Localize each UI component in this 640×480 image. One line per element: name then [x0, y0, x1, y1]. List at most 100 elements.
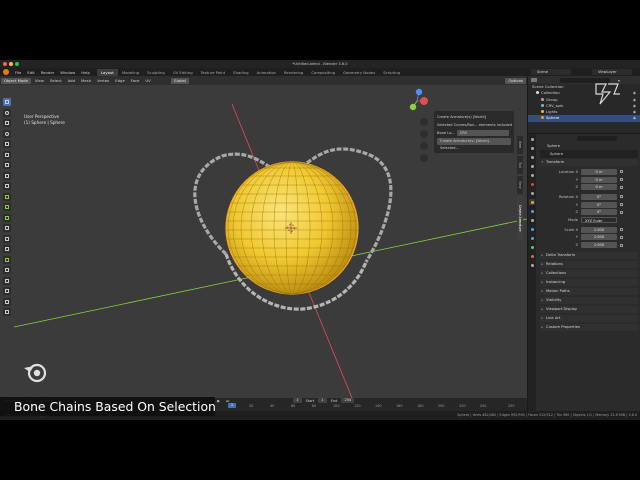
viewport-menu-uv[interactable]: UV: [142, 78, 153, 83]
zoom-window-button[interactable]: [15, 62, 19, 66]
lock-icon[interactable]: [620, 170, 623, 174]
loop-cut-tool-icon[interactable]: [3, 224, 11, 232]
scale-y-field[interactable]: 1.000: [581, 234, 617, 241]
workspace-tab-layout[interactable]: Layout: [96, 68, 118, 76]
rotation-mode-dropdown[interactable]: XYZ Euler: [581, 216, 617, 223]
particles-tab-icon[interactable]: [529, 217, 535, 223]
bone-location-field[interactable]: CRV: [456, 130, 509, 136]
zoom-icon[interactable]: [420, 118, 428, 126]
current-frame-field[interactable]: 1: [293, 398, 302, 403]
jump-end-icon[interactable]: ⏭: [223, 399, 232, 403]
bevel-tool-icon[interactable]: [3, 213, 11, 222]
relations-panel-header[interactable]: Relations: [540, 260, 638, 268]
viewport-menu-select[interactable]: Select: [47, 78, 65, 83]
sidebar-tab-view[interactable]: View: [517, 176, 523, 194]
sidebar-tab-item[interactable]: Item: [517, 136, 523, 154]
visibility-eye-icon[interactable]: ◉: [633, 115, 636, 121]
3d-viewport[interactable]: Object Mode View Select Add Mesh Vertex …: [0, 76, 527, 398]
scale-x-field[interactable]: 1.000: [581, 226, 617, 233]
outliner-editor-icon[interactable]: [531, 78, 537, 82]
extrude-tool-icon[interactable]: [3, 192, 11, 201]
rotate-tool-icon[interactable]: [3, 129, 11, 138]
lock-icon[interactable]: [620, 203, 623, 207]
viewport-menu-mesh[interactable]: Mesh: [78, 78, 94, 83]
lock-icon[interactable]: [620, 185, 623, 189]
scale-z-field[interactable]: 1.000: [581, 242, 617, 249]
knife-tool-icon[interactable]: [3, 234, 11, 243]
workspace-tab-texture-paint[interactable]: Texture Paint: [197, 69, 230, 76]
navigation-gizmo[interactable]: [409, 88, 428, 111]
location-z-field[interactable]: 0 m: [581, 184, 617, 191]
line-art-panel-header[interactable]: Line Art: [540, 314, 638, 322]
measure-tool-icon[interactable]: [3, 171, 11, 180]
shrink-fatten-tool-icon[interactable]: [3, 287, 11, 295]
create-armature-button[interactable]: Create Armature(s) [World] - Selected...: [437, 138, 511, 150]
lock-icon[interactable]: [620, 210, 623, 214]
sidebar-tab-tool[interactable]: Tool: [517, 156, 523, 174]
workspace-tab-scripting[interactable]: Scripting: [379, 69, 404, 76]
spin-tool-icon[interactable]: [3, 255, 11, 264]
sidebar-tab-create-armature[interactable]: Create Armature: [517, 196, 523, 240]
rotation-y-field[interactable]: 0°: [581, 201, 617, 208]
rip-tool-icon[interactable]: [3, 308, 11, 316]
annotate-tool-icon[interactable]: [3, 161, 11, 169]
menu-render[interactable]: Render: [38, 70, 58, 75]
cursor-tool-icon[interactable]: [3, 108, 11, 117]
operator-title[interactable]: Create Armature(s) [World]: [437, 113, 511, 121]
viewport-menu-vertex[interactable]: Vertex: [94, 78, 112, 83]
menu-file[interactable]: File: [12, 70, 24, 75]
inset-tool-icon[interactable]: [3, 203, 11, 211]
move-tool-icon[interactable]: [3, 119, 11, 127]
render-tab-icon[interactable]: [529, 145, 535, 151]
scene-selector[interactable]: Scene: [531, 69, 571, 75]
pan-hand-icon[interactable]: [420, 130, 428, 138]
lock-icon[interactable]: [620, 243, 623, 247]
lock-icon[interactable]: [620, 228, 623, 232]
minimize-window-button[interactable]: [9, 62, 13, 66]
physics-tab-icon[interactable]: [529, 226, 535, 232]
view-layer-selector[interactable]: ViewLayer: [592, 69, 632, 75]
data-tab-icon[interactable]: [529, 244, 535, 250]
instancing-panel-header[interactable]: Instancing: [540, 278, 638, 286]
view-layer-tab-icon[interactable]: [529, 163, 535, 169]
menu-window[interactable]: Window: [57, 70, 78, 75]
menu-help[interactable]: Help: [78, 70, 93, 75]
edge-slide-tool-icon[interactable]: [3, 276, 11, 285]
properties-search-input[interactable]: [577, 135, 617, 141]
camera-view-icon[interactable]: [420, 142, 428, 150]
end-frame-field[interactable]: 250: [341, 398, 355, 403]
viewport-menu-face[interactable]: Face: [128, 78, 143, 83]
viewport-options-dropdown[interactable]: Options: [505, 77, 526, 84]
custom-properties-panel-header[interactable]: Custom Properties: [540, 323, 638, 331]
add-cube-tool-icon[interactable]: [3, 182, 11, 190]
transform-panel-header[interactable]: Transform: [540, 159, 638, 166]
motion-paths-panel-header[interactable]: Motion Paths: [540, 287, 638, 295]
delta-transform-panel-header[interactable]: Delta Transform: [540, 251, 638, 259]
playhead[interactable]: 1: [228, 403, 236, 408]
collections-panel-header[interactable]: Collections: [540, 269, 638, 277]
viewport-display-panel-header[interactable]: Viewport Display: [540, 305, 638, 313]
rotation-x-field[interactable]: 0°: [581, 193, 617, 200]
select-box-tool-icon[interactable]: [3, 98, 11, 106]
lock-icon[interactable]: [620, 235, 623, 239]
perspective-toggle-icon[interactable]: [420, 154, 428, 162]
workspace-tab-rendering[interactable]: Rendering: [280, 69, 307, 76]
collection-tab-icon[interactable]: [529, 190, 535, 196]
close-window-button[interactable]: [3, 62, 7, 66]
viewport-menu-edge[interactable]: Edge: [112, 78, 128, 83]
workspace-tab-shading[interactable]: Shading: [229, 69, 252, 76]
texture-tab-icon[interactable]: [529, 262, 535, 268]
workspace-tab-sculpting[interactable]: Sculpting: [143, 69, 169, 76]
tool-tab-icon[interactable]: [529, 136, 535, 142]
lock-icon[interactable]: [620, 178, 623, 182]
material-tab-icon[interactable]: [529, 253, 535, 259]
visibility-panel-header[interactable]: Visibility: [540, 296, 638, 304]
constraints-tab-icon[interactable]: [529, 235, 535, 241]
outliner-item-selected[interactable]: Sphere ◉: [528, 115, 640, 122]
menu-edit[interactable]: Edit: [24, 70, 37, 75]
transform-tool-icon[interactable]: [3, 150, 11, 159]
location-x-field[interactable]: 0 m: [581, 168, 617, 175]
smooth-tool-icon[interactable]: [3, 266, 11, 274]
workspace-tab-animation[interactable]: Animation: [253, 69, 280, 76]
scale-tool-icon[interactable]: [3, 140, 11, 148]
